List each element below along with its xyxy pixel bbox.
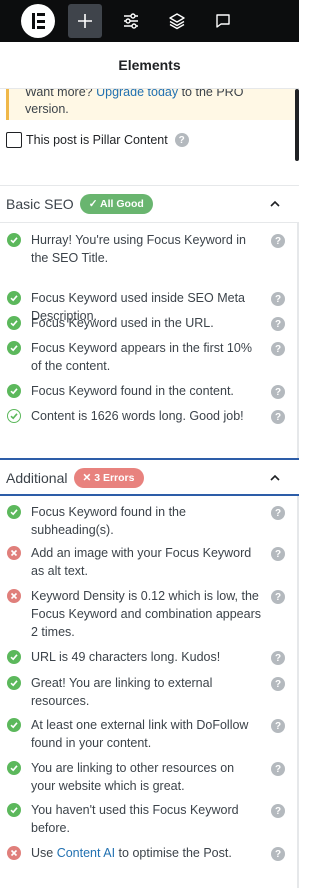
section-gutter xyxy=(297,496,299,888)
check-circle-icon xyxy=(7,291,21,305)
check-circle-icon xyxy=(7,505,21,519)
checklist-text: URL is 49 characters long. Kudos! xyxy=(31,650,221,664)
help-icon[interactable]: ? xyxy=(271,317,285,331)
editor-toolbar xyxy=(0,0,299,42)
help-icon[interactable]: ? xyxy=(174,133,189,147)
check-circle-icon xyxy=(7,233,21,247)
check-circle-icon xyxy=(7,650,21,664)
site-settings-button[interactable] xyxy=(114,4,148,38)
check-circle-icon xyxy=(7,384,21,398)
checklist-text: Use Content AI to optimise the Post. xyxy=(31,844,261,862)
section-divider-active xyxy=(0,494,299,496)
add-element-button[interactable] xyxy=(68,4,102,38)
elementor-logo-icon[interactable] xyxy=(21,4,55,38)
help-icon[interactable]: ? xyxy=(271,651,285,665)
checklist-text: Great! You are linking to external resou… xyxy=(31,676,213,708)
help-icon[interactable]: ? xyxy=(271,677,285,691)
check-circle-outline-icon xyxy=(7,409,21,423)
checklist-text: You are linking to other resources on yo… xyxy=(31,761,235,793)
status-badge: ✓ All Good xyxy=(79,194,153,214)
checklist-text: At least one external link with DoFollow… xyxy=(31,718,249,750)
checklist-text: You haven't used this Focus Keyword befo… xyxy=(31,803,239,835)
checklist-text: Focus Keyword used in the URL. xyxy=(31,316,214,330)
panel-header: Elements xyxy=(0,42,299,89)
check-circle-icon xyxy=(7,803,21,817)
checklist-text-suffix: to optimise the Post. xyxy=(115,846,232,860)
checklist-text: Keyword Density is 0.12 which is low, th… xyxy=(31,589,261,639)
section-gutter xyxy=(297,223,299,458)
check-circle-icon xyxy=(7,718,21,732)
error-circle-icon xyxy=(7,546,21,560)
help-icon[interactable]: ? xyxy=(271,234,285,248)
error-circle-icon xyxy=(7,846,21,860)
plus-icon xyxy=(78,14,92,28)
pillar-content-label: This post is Pillar Content xyxy=(26,133,168,147)
help-icon[interactable]: ? xyxy=(271,547,285,561)
additional-header[interactable]: Additional ✕ 3 Errors xyxy=(0,460,299,496)
checklist-text: Add an image with your Focus Keyword as … xyxy=(31,546,252,578)
help-icon[interactable]: ? xyxy=(271,292,285,306)
content-ai-link[interactable]: Content AI xyxy=(57,846,115,860)
chevron-up-icon[interactable] xyxy=(270,199,280,209)
notes-button[interactable] xyxy=(206,4,240,38)
comment-icon xyxy=(216,14,230,28)
pillar-content-checkbox[interactable] xyxy=(6,132,22,148)
chevron-up-icon[interactable] xyxy=(270,473,280,483)
help-icon[interactable]: ? xyxy=(271,342,285,356)
help-icon[interactable]: ? xyxy=(271,385,285,399)
pillar-content-option[interactable]: This post is Pillar Content ? xyxy=(6,132,189,148)
error-badge: ✕ 3 Errors xyxy=(73,468,144,488)
notice-suffix: version. xyxy=(25,102,69,116)
checklist-text: Focus Keyword appears in the first 10% o… xyxy=(31,341,252,373)
structure-button[interactable] xyxy=(160,4,194,38)
help-icon[interactable]: ? xyxy=(271,762,285,776)
scrollbar[interactable] xyxy=(295,89,299,161)
basic-seo-header[interactable]: Basic SEO ✓ All Good xyxy=(0,186,299,222)
error-circle-icon xyxy=(7,589,21,603)
help-icon[interactable]: ? xyxy=(271,804,285,818)
checklist-text: Focus Keyword found in the subheading(s)… xyxy=(31,505,186,537)
checklist-text: Content is 1626 words long. Good job! xyxy=(31,409,244,423)
check-circle-icon xyxy=(7,316,21,330)
check-circle-icon xyxy=(7,676,21,690)
help-icon[interactable]: ? xyxy=(271,719,285,733)
sliders-icon xyxy=(124,13,138,29)
help-icon[interactable]: ? xyxy=(271,847,285,861)
help-icon[interactable]: ? xyxy=(271,410,285,424)
checklist-text-prefix: Use xyxy=(31,846,57,860)
checklist-text: Hurray! You're using Focus Keyword in th… xyxy=(31,233,246,265)
check-circle-icon xyxy=(7,341,21,355)
section-divider xyxy=(0,222,299,223)
help-icon[interactable]: ? xyxy=(271,590,285,604)
basic-seo-title: Basic SEO xyxy=(6,196,74,212)
additional-title: Additional xyxy=(6,470,68,486)
check-circle-icon xyxy=(7,761,21,775)
help-icon[interactable]: ? xyxy=(271,506,285,520)
checklist-text: Focus Keyword found in the content. xyxy=(31,384,234,398)
panel-title: Elements xyxy=(118,57,181,73)
layers-icon xyxy=(169,13,185,30)
